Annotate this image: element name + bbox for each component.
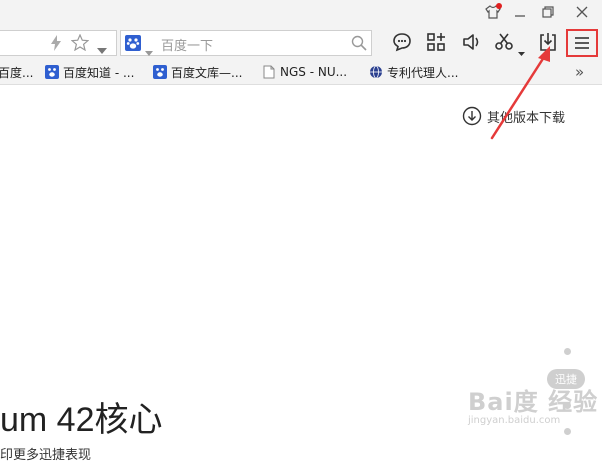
page-subtitle: 印更多迅捷表现 xyxy=(0,448,92,463)
baidu-jingyan-watermark: Bai度 经验 jingyan.baidu.com xyxy=(468,382,598,426)
bookmark-label: 专利代理人... xyxy=(387,65,459,80)
bookmark-item[interactable]: 百度文库—... xyxy=(153,62,242,82)
watermark-brand: Bai度 经验 xyxy=(468,388,599,416)
lightning-icon[interactable] xyxy=(50,35,62,55)
star-icon[interactable] xyxy=(70,33,90,55)
slide-indicator-dot[interactable] xyxy=(564,428,571,435)
bookmark-item[interactable]: NGS - NU... xyxy=(262,62,347,82)
chat-icon[interactable] xyxy=(390,30,414,54)
baidu-paw-icon[interactable] xyxy=(125,35,141,55)
slide-indicator-dot[interactable] xyxy=(564,348,571,355)
menu-icon[interactable] xyxy=(566,29,598,57)
download-circle-icon xyxy=(462,106,482,126)
bookmark-item[interactable]: 专利代理人... xyxy=(369,62,458,82)
notification-dot xyxy=(496,3,502,9)
search-placeholder: 百度一下 xyxy=(161,39,214,54)
annotation-arrow xyxy=(490,46,550,140)
bookmark-item[interactable]: 百度... xyxy=(0,62,33,82)
chevron-down-icon[interactable] xyxy=(145,41,153,60)
globe-icon xyxy=(370,65,382,79)
close-icon[interactable] xyxy=(571,2,593,22)
bookmarks-overflow-button[interactable]: » xyxy=(575,62,584,82)
bookmark-label: NGS - NU... xyxy=(280,65,348,79)
bookmark-item[interactable]: 百度知道 - ... xyxy=(45,62,134,82)
restore-icon[interactable] xyxy=(537,2,559,22)
document-icon xyxy=(263,65,275,79)
baidu-paw-icon xyxy=(153,65,167,79)
baidu-paw-icon xyxy=(45,65,59,79)
search-icon[interactable] xyxy=(351,35,367,55)
chevron-down-icon[interactable] xyxy=(97,39,107,58)
apps-grid-icon[interactable] xyxy=(424,30,448,54)
bookmark-label: 百度... xyxy=(0,65,34,80)
bookmark-label: 百度知道 - ... xyxy=(63,65,135,80)
title-bar xyxy=(0,0,602,26)
minimize-icon[interactable] xyxy=(509,2,531,22)
shirt-skin-icon[interactable] xyxy=(482,2,504,22)
bookmark-label: 百度文库—... xyxy=(171,65,243,80)
page-title: um 42核心 xyxy=(0,401,163,439)
search-box[interactable]: 百度一下 xyxy=(120,30,372,56)
address-bar[interactable] xyxy=(0,30,117,56)
